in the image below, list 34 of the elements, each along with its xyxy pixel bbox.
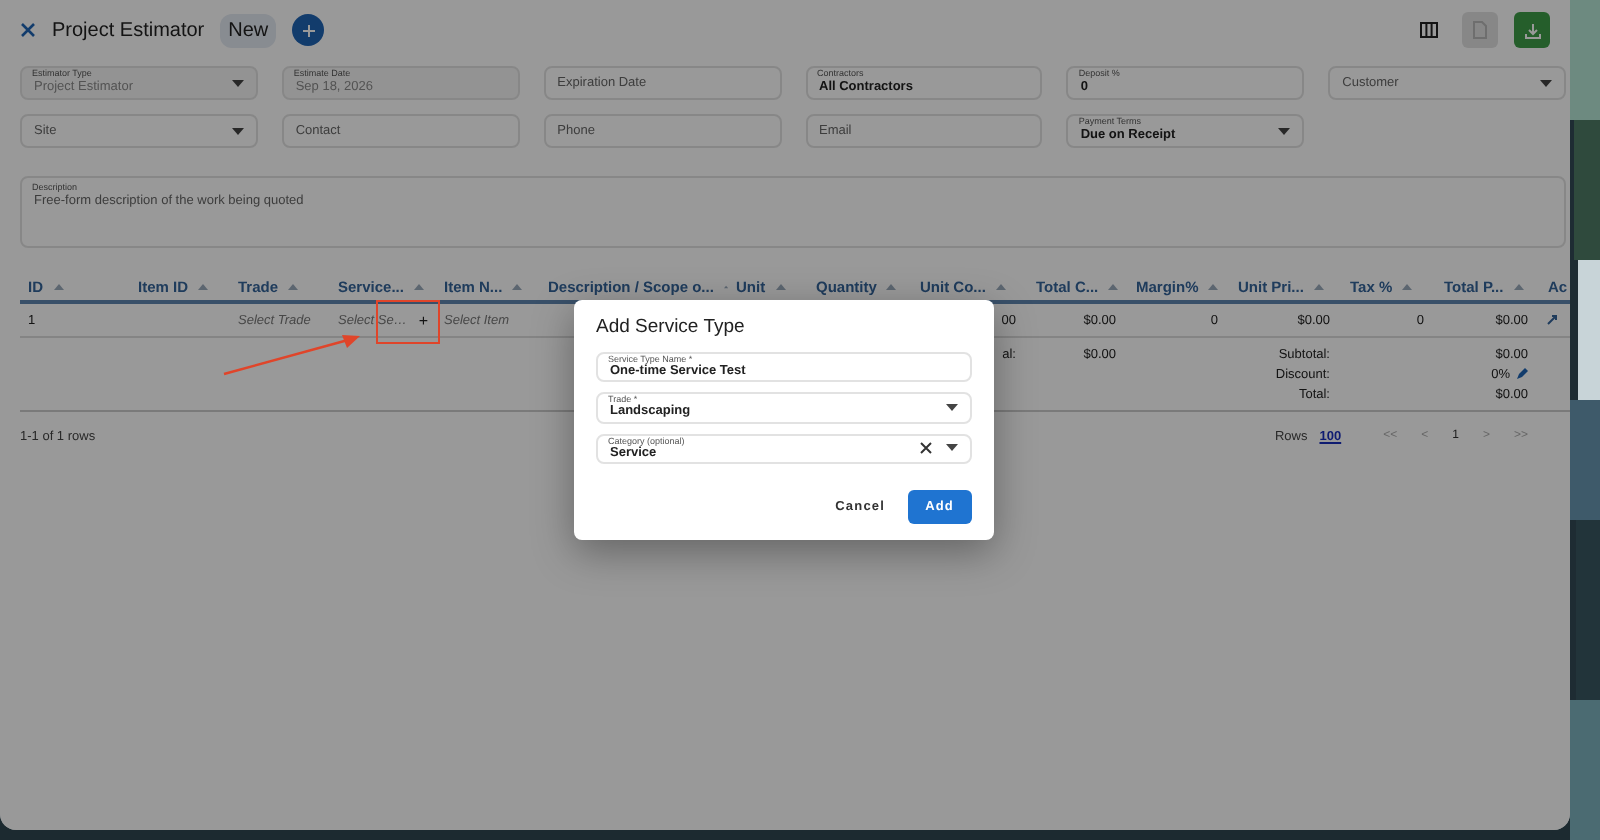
caret-icon <box>946 444 958 453</box>
annotation-arrow <box>223 335 360 376</box>
sort-icon[interactable] <box>1108 284 1119 290</box>
document-icon <box>1472 20 1488 40</box>
download-icon <box>1523 21 1541 39</box>
sort-icon[interactable] <box>198 284 209 290</box>
status-chip: New <box>220 13 277 47</box>
caret-icon <box>1278 127 1291 135</box>
sort-icon[interactable] <box>512 284 523 290</box>
sort-icon[interactable] <box>1402 284 1413 290</box>
caret-icon <box>231 127 244 135</box>
sort-icon[interactable] <box>413 284 424 290</box>
sort-icon[interactable] <box>288 284 299 290</box>
download-button[interactable] <box>1514 12 1550 48</box>
page-title: Project Estimator <box>52 19 205 41</box>
add-button[interactable]: + <box>414 311 432 329</box>
pencil-icon[interactable] <box>1516 368 1528 380</box>
sort-icon[interactable] <box>1513 284 1524 290</box>
plus-icon <box>301 23 316 37</box>
add-button[interactable] <box>292 14 325 46</box>
sort-icon[interactable] <box>1208 284 1219 290</box>
dialog-title: Add Service Type <box>596 316 747 338</box>
sort-icon[interactable] <box>886 284 897 290</box>
caret-icon <box>1540 79 1552 87</box>
expand-icon[interactable] <box>1546 314 1558 326</box>
clear-icon[interactable] <box>920 442 932 455</box>
close-icon[interactable] <box>20 22 36 38</box>
sort-icon[interactable] <box>775 284 786 290</box>
caret-icon <box>231 79 244 87</box>
columns-icon <box>1419 22 1437 38</box>
caret-icon <box>946 403 958 412</box>
sort-icon[interactable] <box>53 284 63 290</box>
sort-icon[interactable] <box>995 284 1006 290</box>
sort-icon[interactable] <box>1313 284 1324 290</box>
